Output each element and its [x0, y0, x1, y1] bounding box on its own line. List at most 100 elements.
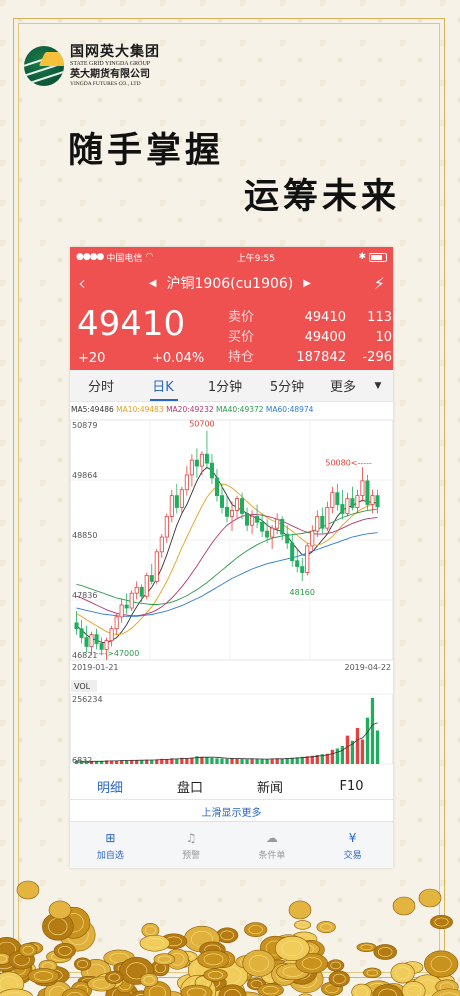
- gold-coin: [53, 943, 76, 959]
- cloud-icon: ☁: [265, 830, 278, 845]
- candle-body: [219, 495, 225, 508]
- candle-body: [355, 495, 360, 508]
- candle-body: [270, 527, 275, 538]
- wifi-icon: ◠: [145, 252, 154, 262]
- clock-label: 上午9:55: [236, 253, 275, 264]
- more-dropdown-icon[interactable]: ▼: [368, 381, 388, 391]
- brand-name-en: STATE GRID YINGDA GROUP: [70, 61, 151, 67]
- title-bar: ‹ ◀ 沪铜1906(cu1906) ▶ ⚡: [70, 267, 393, 299]
- candle-body: [295, 560, 300, 568]
- gold-coin: [104, 970, 124, 985]
- volume-bar: [94, 761, 99, 764]
- gold-coin: [294, 920, 312, 930]
- back-icon[interactable]: ‹: [78, 271, 86, 295]
- volume-tick-max: 256234: [72, 695, 103, 704]
- candle-body: [340, 504, 345, 514]
- tab-5min[interactable]: 5分钟: [256, 376, 318, 395]
- candle-body: [330, 492, 335, 508]
- candle-body: [79, 628, 84, 638]
- candle-body: [350, 498, 355, 508]
- annotation-low: 48160: [290, 588, 315, 597]
- gold-coin: [424, 950, 459, 978]
- tab-detail[interactable]: 明细: [70, 777, 150, 796]
- candle-body: [164, 515, 169, 538]
- candle-body: [154, 551, 159, 582]
- bottom-toolbar: ⊞ 加自选 ♫ 预警 ☁ 条件单 ¥ 交易: [70, 821, 393, 868]
- volume-bar: [125, 760, 129, 764]
- globe-logo-icon: [24, 46, 64, 87]
- ma10-legend: MA10:49483: [116, 405, 164, 414]
- tab-news[interactable]: 新闻: [230, 777, 310, 796]
- gold-coin: [18, 943, 38, 958]
- candle-body: [174, 495, 179, 508]
- trade-button[interactable]: ¥ 交易: [312, 822, 393, 868]
- gold-coin: [274, 935, 310, 961]
- candle-body: [280, 518, 285, 535]
- gold-coin: [139, 934, 170, 952]
- tab-1min[interactable]: 1分钟: [194, 376, 256, 395]
- candle-body: [250, 515, 255, 526]
- candle-body: [300, 566, 305, 573]
- candle-body: [199, 453, 204, 467]
- candle-body: [315, 515, 320, 532]
- candle-body: [139, 586, 144, 597]
- ma40-line: [76, 508, 378, 605]
- annotation-recent-high: 50080<-----: [325, 458, 372, 467]
- yen-icon: ¥: [348, 830, 357, 845]
- prev-instrument-icon[interactable]: ◀: [149, 278, 157, 289]
- tab-more[interactable]: 更多: [318, 376, 368, 395]
- candle-body: [149, 575, 154, 582]
- instrument-title[interactable]: 沪铜1906(cu1906): [167, 273, 294, 293]
- candle-body: [119, 604, 124, 618]
- conditional-order-button[interactable]: ☁ 条件单: [232, 822, 313, 868]
- candle-body: [74, 622, 79, 630]
- candle-body: [255, 515, 260, 523]
- candle-body: [305, 545, 310, 573]
- tab-orderbook[interactable]: 盘口: [150, 777, 230, 796]
- next-instrument-icon[interactable]: ▶: [303, 278, 311, 289]
- gold-coin: [430, 914, 453, 930]
- candle-body: [345, 498, 350, 514]
- candle-body: [209, 462, 214, 479]
- gold-coin: [418, 888, 442, 908]
- quote-row-ask: 卖价 49410 113: [228, 310, 392, 325]
- signal-icon: ●●●●: [76, 252, 104, 262]
- gold-coin: [244, 922, 268, 937]
- price-change: +20: [78, 351, 106, 366]
- battery-icon: [369, 252, 387, 262]
- candle-body: [169, 495, 174, 517]
- add-watchlist-button[interactable]: ⊞ 加自选: [70, 822, 151, 868]
- kline-chart-area[interactable]: MA5:49486 MA10:49483 MA20:49232 MA40:493…: [70, 402, 393, 772]
- volume-bar: [270, 758, 274, 764]
- volume-bar: [220, 758, 224, 764]
- candle-body: [214, 477, 219, 497]
- bell-icon: ♫: [185, 830, 197, 845]
- candle-body: [159, 536, 164, 553]
- candle-body: [84, 637, 89, 647]
- kline-chart: 50879 49864 48850 47836 46821 50700 50080<----…: [70, 420, 393, 765]
- scroll-hint[interactable]: 上滑显示更多: [70, 804, 393, 819]
- candle-body: [124, 604, 129, 609]
- volume-label: VOL: [74, 682, 91, 691]
- y-tick-label: 50879: [72, 421, 97, 430]
- tab-intraday[interactable]: 分时: [70, 376, 132, 395]
- volume-bar: [260, 759, 264, 764]
- price-change-pct: +0.04%: [152, 351, 205, 366]
- candle-body: [260, 521, 265, 532]
- status-bar: ●●●● 中国电信 ◠ 上午9:55 ✱: [70, 247, 393, 267]
- tab-f10[interactable]: F10: [310, 779, 393, 794]
- annotation-high: 50700: [189, 420, 214, 429]
- tab-underline: [150, 399, 178, 401]
- slogan-line-1: 随手掌握: [68, 131, 225, 171]
- y-tick-label: 48850: [72, 531, 97, 540]
- add-watchlist-icon: ⊞: [105, 830, 116, 845]
- alert-button[interactable]: ♫ 预警: [151, 822, 232, 868]
- tab-daily-k[interactable]: 日K: [132, 376, 194, 395]
- volume-bar: [215, 758, 219, 764]
- volume-bar: [335, 748, 339, 764]
- quote-panel: 49410 +20 +0.04% 卖价 49410 113 买价 49400 1…: [70, 299, 393, 370]
- x-label-end: 2019-04-22: [345, 663, 392, 672]
- lightning-icon[interactable]: ⚡: [374, 274, 385, 293]
- phone-screenshot: ●●●● 中国电信 ◠ 上午9:55 ✱ ‹ ◀ 沪铜1906(cu1906) …: [70, 247, 393, 868]
- candle-body: [335, 492, 340, 505]
